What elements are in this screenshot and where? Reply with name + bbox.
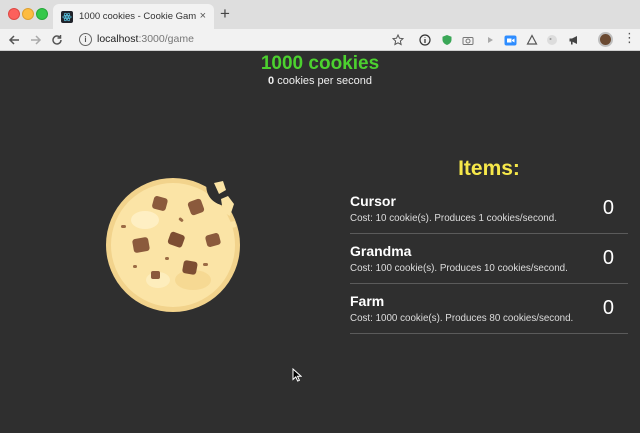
- forward-icon[interactable]: [27, 31, 45, 49]
- game-page: 1000 cookies 0 cookies per second Items:…: [0, 51, 640, 433]
- browser-toolbar: i localhost:3000/game: [0, 29, 640, 51]
- cookies-per-second: 0 cookies per second: [0, 75, 640, 87]
- item-description: Cost: 10 cookie(s). Produces 1 cookies/s…: [350, 213, 557, 224]
- react-icon: [61, 10, 73, 23]
- item-owned-count: 0: [602, 297, 614, 319]
- back-icon[interactable]: [5, 31, 23, 49]
- reload-icon[interactable]: [48, 31, 66, 49]
- shop-item-cursor[interactable]: Cursor Cost: 10 cookie(s). Produces 1 co…: [350, 184, 628, 234]
- cookie-icon[interactable]: [103, 175, 243, 315]
- triangle-icon[interactable]: [525, 33, 539, 47]
- url-host: localhost: [97, 33, 139, 45]
- cps-value: 0: [268, 75, 275, 87]
- item-name: Farm: [350, 293, 385, 309]
- item-name: Cursor: [350, 193, 396, 209]
- item-name: Grandma: [350, 243, 412, 259]
- new-tab-button[interactable]: +: [220, 5, 230, 22]
- url-path: :3000/game: [138, 33, 194, 45]
- item-description: Cost: 100 cookie(s). Produces 10 cookies…: [350, 263, 568, 274]
- item-description: Cost: 1000 cookie(s). Produces 80 cookie…: [350, 313, 574, 324]
- site-info-icon[interactable]: i: [79, 33, 92, 46]
- tab-close-icon[interactable]: ×: [200, 11, 206, 22]
- play-icon[interactable]: [483, 33, 497, 47]
- shield-icon[interactable]: [440, 33, 454, 47]
- browser-titlebar: 1000 cookies - Cookie Game × +: [0, 0, 640, 29]
- minimize-window-button[interactable]: [22, 8, 34, 20]
- close-window-button[interactable]: [8, 8, 20, 20]
- shop-item-grandma[interactable]: Grandma Cost: 100 cookie(s). Produces 10…: [350, 234, 628, 284]
- info-extension-icon[interactable]: [418, 33, 432, 47]
- item-owned-count: 0: [602, 247, 614, 269]
- profile-avatar[interactable]: [598, 32, 613, 47]
- maximize-window-button[interactable]: [36, 8, 48, 20]
- bookmark-star-icon[interactable]: [391, 33, 405, 47]
- tab-title: 1000 cookies - Cookie Game: [79, 11, 196, 22]
- browser-menu-icon[interactable]: ⋮: [623, 31, 636, 45]
- camera-icon[interactable]: [461, 33, 475, 47]
- cps-label: cookies per second: [277, 75, 372, 87]
- cookie-extension-icon[interactable]: [545, 33, 559, 47]
- video-call-icon[interactable]: [503, 33, 517, 47]
- mouse-pointer-icon: [292, 368, 302, 382]
- address-bar[interactable]: localhost:3000/game: [97, 33, 194, 45]
- browser-tab[interactable]: 1000 cookies - Cookie Game ×: [53, 4, 214, 29]
- item-owned-count: 0: [602, 197, 614, 219]
- shop-item-farm[interactable]: Farm Cost: 1000 cookie(s). Produces 80 c…: [350, 284, 628, 334]
- cookie-count: 1000 cookies: [260, 53, 380, 74]
- megaphone-icon[interactable]: [567, 33, 581, 47]
- items-title: Items:: [458, 157, 520, 180]
